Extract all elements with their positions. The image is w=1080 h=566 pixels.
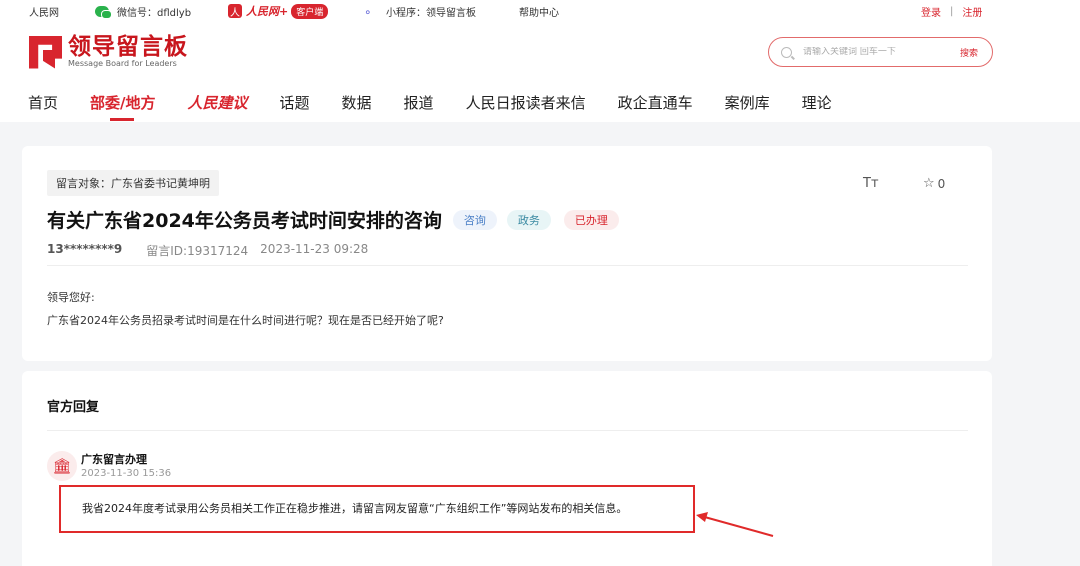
nav-people-suggestions[interactable]: 人民建议 <box>188 92 248 122</box>
favorite-count: 0 <box>937 176 946 191</box>
rmw-logo-icon: 人 <box>228 4 242 19</box>
tag-consult: 咨询 <box>452 209 497 230</box>
wechat-icon <box>95 6 112 19</box>
header: 领导留言板 Message Board for Leaders 搜索 首页 部委… <box>0 22 1080 122</box>
font-size-icon[interactable]: Tт <box>863 176 879 191</box>
tag-government: 政务 <box>506 209 551 230</box>
register-link[interactable]: 注册 <box>962 4 982 19</box>
reply-org-name: 广东留言办理 <box>81 453 147 466</box>
help-center-link[interactable]: 帮助中心 <box>519 4 559 19</box>
favorite-button[interactable]: ☆ 0 <box>923 176 945 191</box>
title-row: 有关广东省2024年公务员考试时间安排的咨询 咨询 政务 已办理 <box>47 206 619 233</box>
site-logo[interactable]: 领导留言板 Message Board for Leaders <box>29 35 188 69</box>
search-input[interactable] <box>803 47 943 57</box>
wechat-info[interactable]: 微信号：dfldlyb <box>95 4 191 19</box>
message-title: 有关广东省2024年公务员考试时间安排的咨询 <box>47 210 442 232</box>
message-card: 留言对象：广东省委书记黄坤明 Tт ☆ 0 有关广东省2024年公务员考试时间安… <box>22 146 992 361</box>
wechat-label: 微信号：dfldlyb <box>117 8 192 19</box>
author-id: 13********9 <box>47 242 123 256</box>
star-icon: ☆ <box>923 176 935 191</box>
help-center-label: 帮助中心 <box>519 8 559 19</box>
search-box: 搜索 <box>768 37 993 67</box>
nav-reports[interactable]: 报道 <box>404 92 434 122</box>
miniprogram-label: 小程序：领导留言板 <box>386 8 476 19</box>
reply-content: 我省2024年度考试录用公务员相关工作正在稳步推进，请留言网友留意“广东组织工作… <box>82 502 628 515</box>
rmw-name: 人民网+ <box>246 5 289 18</box>
main-nav: 首页 部委/地方 人民建议 话题 数据 报道 人民日报读者来信 政企直通车 案例… <box>28 92 864 122</box>
rmw-client-badge: 客户端 <box>291 3 329 19</box>
message-meta: 13********9 留言ID:19317124 2023-11-23 09:… <box>47 242 368 259</box>
message-content: 广东省2024年公务员招录考试时间是在什么时间进行呢？现在是否已经开始了呢? <box>47 314 444 327</box>
nav-readers-letters[interactable]: 人民日报读者来信 <box>466 92 586 122</box>
rmw-client-link[interactable]: 人 人民网+ 客户端 <box>228 3 329 19</box>
highlighted-reply-box: 我省2024年度考试录用公务员相关工作正在稳步推进，请留言网友留意“广东组织工作… <box>59 485 695 533</box>
nav-home[interactable]: 首页 <box>28 92 58 122</box>
logo-subtitle: Message Board for Leaders <box>68 59 177 68</box>
auth-links: 登录 | 注册 <box>921 4 982 19</box>
nav-ministries-local[interactable]: 部委/地方 <box>90 92 156 122</box>
logo-mark-icon <box>29 35 62 69</box>
nav-data[interactable]: 数据 <box>342 92 372 122</box>
login-link[interactable]: 登录 <box>921 4 941 19</box>
message-id: 留言ID:19317124 <box>146 244 249 258</box>
nav-case-library[interactable]: 案例库 <box>725 92 770 122</box>
message-body: 领导您好: 广东省2024年公务员招录考试时间是在什么时间进行呢？现在是否已经开… <box>47 286 444 332</box>
miniprogram-icon: ∘ <box>364 4 372 19</box>
message-greeting: 领导您好: <box>47 291 95 304</box>
top-bar: 人民网 微信号：dfldlyb 人 人民网+ 客户端 ∘ 小程序：领导留言板 帮… <box>0 0 1080 22</box>
reply-heading: 官方回复 <box>47 400 100 415</box>
nav-business-express[interactable]: 政企直通车 <box>618 92 693 122</box>
government-building-icon: 🏛 <box>47 451 77 481</box>
reply-card: 官方回复 🏛 广东留言办理 2023-11-30 15:36 我省2024年度考… <box>22 371 992 566</box>
nav-topics[interactable]: 话题 <box>280 92 310 122</box>
site-link-label: 人民网 <box>29 8 59 19</box>
search-icon <box>781 46 792 58</box>
miniprogram-link[interactable]: ∘ 小程序：领导留言板 <box>364 4 476 20</box>
annotation-arrow-icon <box>696 512 774 537</box>
logo-title: 领导留言板 <box>68 34 188 60</box>
message-target: 留言对象：广东省委书记黄坤明 <box>47 170 219 196</box>
nav-theory[interactable]: 理论 <box>802 92 832 122</box>
divider <box>47 430 968 431</box>
status-badge: 已办理 <box>563 209 619 230</box>
reply-time: 2023-11-30 15:36 <box>81 468 172 479</box>
site-link[interactable]: 人民网 <box>29 4 59 19</box>
search-button[interactable]: 搜索 <box>960 46 978 59</box>
auth-separator: | <box>950 6 954 17</box>
divider <box>47 265 968 266</box>
message-datetime: 2023-11-23 09:28 <box>260 242 369 256</box>
